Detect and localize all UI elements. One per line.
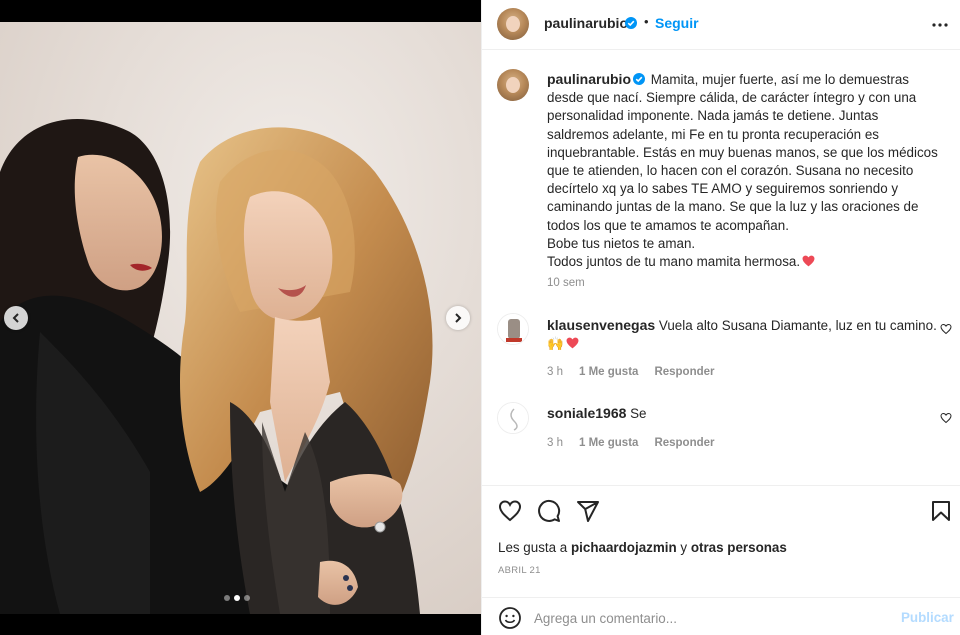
caption-line: inquebrantable. Estás en muy buenas mano… (547, 144, 938, 160)
commenter-avatar[interactable] (497, 313, 529, 345)
more-options-icon[interactable] (928, 13, 952, 37)
comment-icon[interactable] (537, 499, 561, 523)
likes-others-link[interactable]: otras personas (691, 540, 787, 555)
comment-item: soniale1968 Se (547, 404, 937, 423)
chevron-right-icon (455, 313, 462, 323)
caption-line: Mamita, mujer fuerte, así me lo demuestr… (650, 72, 909, 87)
post-photo (0, 22, 481, 614)
media-letterbox-top (0, 0, 481, 22)
emoji-icon[interactable] (498, 606, 522, 630)
comment-emoji: 🙌 (547, 336, 564, 352)
caption-line: Todos juntos de tu mano mamita hermosa. (547, 254, 801, 270)
chevron-left-icon (12, 313, 19, 323)
comment-likes[interactable]: 1 Me gusta (579, 366, 638, 378)
caption-username[interactable]: paulinarubio (547, 71, 631, 87)
post-caption: paulinarubio Mamita, mujer fuerte, así m… (547, 70, 952, 271)
comments-scroll-area[interactable]: paulinarubio Mamita, mujer fuerte, así m… (482, 51, 960, 485)
comment-username[interactable]: soniale1968 (547, 405, 626, 421)
reply-button[interactable]: Responder (654, 437, 714, 449)
comment-time[interactable]: 3 h (547, 366, 563, 378)
save-icon[interactable] (929, 499, 953, 523)
carousel-prev-button[interactable] (4, 306, 28, 330)
comment-actions: 3 h 1 Me gusta Responder (547, 437, 715, 449)
comment-like-heart-icon[interactable] (940, 412, 952, 424)
likes-user-link[interactable]: pichaardojazmin (571, 540, 677, 555)
verified-icon (625, 17, 637, 29)
comment-time[interactable]: 3 h (547, 437, 563, 449)
verified-icon (633, 73, 645, 85)
separator-dot: • (644, 14, 649, 29)
add-comment-bar: Publicar (482, 597, 960, 635)
post-details-panel: paulinarubio • Seguir paulinarubio Mamit… (481, 0, 960, 635)
carousel-indicator (224, 595, 250, 601)
instagram-post-modal: paulinarubio • Seguir paulinarubio Mamit… (0, 0, 960, 635)
caption-line: decírtelo xq ya lo sabes TE AMO y seguir… (547, 181, 899, 197)
likes-joiner: y (680, 540, 688, 555)
commenter-avatar[interactable] (497, 402, 529, 434)
post-media (0, 0, 481, 635)
follow-button[interactable]: Seguir (655, 15, 699, 31)
carousel-next-button[interactable] (446, 306, 470, 330)
likes-prefix: Les gusta a (498, 540, 568, 555)
likes-summary: Les gusta a pichaardojazmin y otras pers… (498, 540, 787, 555)
post-actions: Les gusta a pichaardojazmin y otras pers… (482, 485, 960, 635)
carousel-dot (244, 595, 250, 601)
caption-line: caminando juntas de la mano. Se que la l… (547, 199, 919, 215)
caption-line: que te atienden, lo hacen con el corazón… (547, 163, 914, 179)
red-heart-icon (566, 337, 579, 349)
author-avatar[interactable] (497, 8, 529, 40)
caption-line: todos los que te amamos te acompañan. (547, 217, 789, 233)
post-header: paulinarubio • Seguir (482, 0, 960, 50)
media-letterbox-bottom (0, 614, 481, 635)
publish-button[interactable]: Publicar (901, 610, 954, 625)
carousel-dot-active (234, 595, 240, 601)
post-date[interactable]: ABRIL 21 (498, 565, 541, 576)
caption-line: desde que nací. Siempre cálida, de carác… (547, 90, 917, 106)
comment-item: klausenvenegas Vuela alto Susana Diamant… (547, 316, 937, 353)
heart-icon[interactable] (498, 499, 522, 523)
red-heart-icon (802, 255, 815, 267)
caption-author-avatar[interactable] (497, 69, 529, 101)
share-icon[interactable] (576, 499, 600, 523)
comment-input[interactable] (534, 607, 884, 629)
reply-button[interactable]: Responder (654, 366, 714, 378)
caption-line: saldremos adelante, mi Fe en tu pronta r… (547, 126, 879, 142)
comment-actions: 3 h 1 Me gusta Responder (547, 366, 715, 378)
comment-likes[interactable]: 1 Me gusta (579, 437, 638, 449)
carousel-dot (224, 595, 230, 601)
caption-line: Bobe tus nietos te aman. (547, 235, 696, 251)
caption-timestamp[interactable]: 10 sem (547, 277, 585, 289)
author-username[interactable]: paulinarubio (544, 15, 628, 31)
comment-text: Vuela alto Susana Diamante, luz en tu ca… (658, 318, 937, 333)
comment-text: Se (630, 406, 647, 421)
caption-line: personalidad imponente. Nada jamás te de… (547, 108, 879, 124)
comment-like-heart-icon[interactable] (940, 323, 952, 335)
comment-username[interactable]: klausenvenegas (547, 317, 655, 333)
